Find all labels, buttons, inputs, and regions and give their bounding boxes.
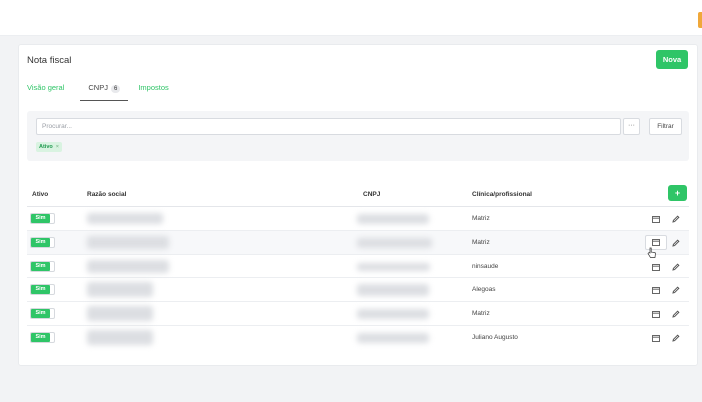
table-row: Sim Matriz [27,207,689,231]
column-header-clinica: Clínica/profissional [472,191,532,198]
ativo-toggle[interactable]: Sim [30,284,55,296]
cnpj-redacted [357,332,429,343]
clinica-cell: Matriz [472,238,490,246]
cnpj-redacted [357,262,430,271]
top-bar [0,0,702,36]
toggle-label: Sim [31,285,50,295]
add-cnpj-button[interactable]: + [668,185,687,201]
razao-social-redacted [87,213,163,224]
ativo-toggle[interactable]: Sim [30,213,55,224]
razao-social-redacted [87,306,153,322]
pencil-icon[interactable] [670,237,682,249]
clinica-cell: ninsaude [472,262,499,270]
pencil-icon[interactable] [670,332,682,344]
calendar-icon[interactable] [650,213,662,225]
clinica-cell: Matriz [472,215,490,222]
more-options-button[interactable]: ··· [623,118,640,135]
column-header-ativo: Ativo [32,191,49,198]
page-title: Nota fiscal [27,55,72,66]
calendar-icon[interactable] [650,261,662,273]
razao-social-redacted [87,329,153,345]
pencil-icon[interactable] [670,213,682,225]
cnpj-redacted [357,237,432,248]
table-row: Sim Matriz [27,302,689,326]
pencil-icon[interactable] [670,308,682,320]
clinica-cell: Matriz [472,310,490,318]
cnpj-table: Ativo Razão social CNPJ Clínica/profissi… [27,183,689,350]
cnpj-redacted [357,284,429,297]
tab-label: Impostos [138,83,169,92]
table-row: Sim Matriz [27,230,689,255]
hand-pointer-icon [647,246,657,258]
nova-button[interactable]: Nova [656,50,688,69]
razao-social-redacted [87,259,169,273]
filter-chip-ativo: Ativo × [36,142,62,152]
tab-count-badge: 6 [110,85,121,93]
toggle-label: Sim [31,214,50,223]
toggle-label: Sim [31,261,50,271]
calendar-icon[interactable] [650,308,662,320]
clinica-cell: Juliano Augusto [472,333,518,341]
tab-visao-geral[interactable]: Visão geral [27,83,70,101]
tab-label: CNPJ [88,83,108,92]
notification-accent[interactable] [698,12,702,28]
table-row: Sim Juliano Augusto [27,326,689,350]
ativo-toggle[interactable]: Sim [30,236,55,248]
tab-cnpj[interactable]: CNPJ 6 [80,83,129,101]
tab-impostos[interactable]: Impostos [138,83,174,101]
column-header-razao-social: Razão social [87,191,127,198]
column-header-cnpj: CNPJ [363,191,381,198]
filtrar-button[interactable]: Filtrar [649,118,682,135]
toggle-label: Sim [31,309,50,319]
ativo-toggle[interactable]: Sim [30,260,55,272]
tabs: Visão geral CNPJ 6 Impostos [27,83,185,101]
pencil-icon[interactable] [670,284,682,296]
toggle-label: Sim [31,332,50,342]
filter-panel: ··· Filtrar Ativo × [27,111,689,161]
calendar-icon[interactable] [650,332,662,344]
razao-social-redacted [87,282,153,298]
nota-fiscal-card: Nota fiscal Nova Visão geral CNPJ 6 Impos… [18,44,698,366]
clinica-cell: Alegoas [472,286,496,294]
search-input[interactable] [36,118,621,135]
cnpj-redacted [357,214,429,224]
chip-remove-icon[interactable]: × [56,142,59,152]
table-row: Sim ninsaude [27,255,689,279]
table-header: Ativo Razão social CNPJ Clínica/profissi… [27,183,689,207]
table-row: Sim Alegoas [27,278,689,303]
toggle-label: Sim [31,237,50,247]
tab-label: Visão geral [27,83,65,92]
calendar-icon[interactable] [650,284,662,296]
ativo-toggle[interactable]: Sim [30,308,55,320]
cnpj-redacted [357,309,429,320]
pencil-icon[interactable] [670,261,682,273]
chip-label: Ativo [39,144,53,150]
ativo-toggle[interactable]: Sim [30,331,55,343]
razao-social-redacted [87,235,169,249]
